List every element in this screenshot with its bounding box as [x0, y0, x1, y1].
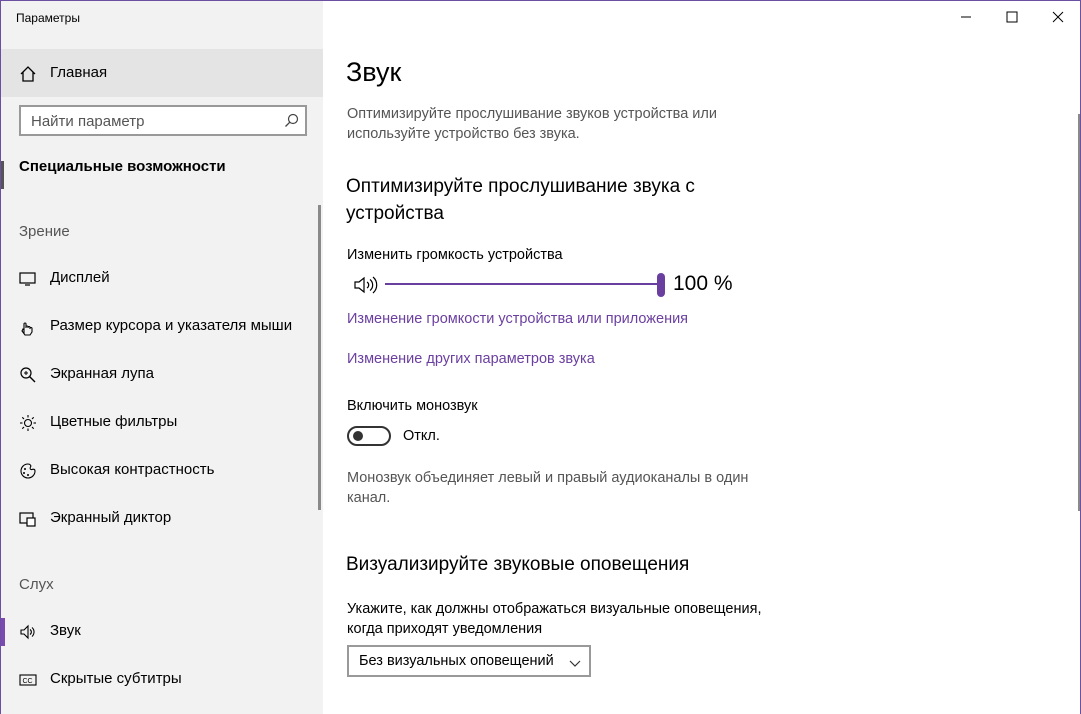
volume-value: 100 % — [673, 272, 733, 295]
page-title: Звук — [346, 57, 402, 87]
active-indicator — [1, 618, 5, 646]
sidebar-item-captions[interactable]: CC Скрытые субтитры — [1, 658, 319, 702]
sidebar-item-magnifier[interactable]: Экранная лупа — [1, 353, 319, 397]
mono-audio-state: Откл. — [403, 428, 440, 444]
mono-audio-toggle[interactable] — [347, 426, 391, 446]
sidebar-item-display[interactable]: Дисплей — [1, 257, 319, 301]
search-input[interactable]: Найти параметр — [19, 105, 307, 136]
sidebar-scrollbar[interactable] — [318, 205, 321, 510]
volume-slider[interactable]: 100 % — [347, 271, 767, 299]
sidebar-item-label: Звук — [50, 622, 81, 639]
home-icon — [19, 65, 37, 83]
sidebar-item-sound[interactable]: Звук — [1, 610, 319, 654]
main-content: Звук Оптимизируйте прослушивание звуков … — [323, 1, 1080, 714]
volume-track[interactable] — [385, 283, 661, 285]
sun-icon — [19, 414, 37, 432]
group-label-hearing: Слух — [19, 576, 54, 593]
visual-alerts-value: Без визуальных оповещений — [359, 653, 554, 669]
cursor-icon — [19, 318, 37, 336]
sidebar-item-label: Экранный диктор — [50, 509, 172, 526]
app-title: Параметры — [16, 11, 80, 25]
close-button[interactable] — [1036, 1, 1080, 33]
chevron-down-icon — [569, 656, 581, 667]
section-heading-visual: Визуализируйте звуковые оповещения — [346, 554, 690, 575]
sidebar-item-cursor[interactable]: Размер курсора и указателя мыши — [1, 305, 319, 349]
maximize-icon — [1006, 11, 1018, 23]
mono-audio-label: Включить монозвук — [347, 398, 478, 414]
home-button[interactable]: Главная — [1, 49, 323, 97]
page-description: Оптимизируйте прослушивание звуков устро… — [347, 106, 717, 142]
sidebar: Параметры Главная Найти параметр Специал… — [1, 1, 323, 714]
sidebar-item-high-contrast[interactable]: Высокая контрастность — [1, 449, 319, 493]
sidebar-item-label: Высокая контрастность — [50, 461, 215, 478]
maximize-button[interactable] — [990, 1, 1036, 33]
group-label-vision: Зрение — [19, 223, 70, 240]
sidebar-item-label: Дисплей — [50, 269, 110, 286]
cc-icon: CC — [19, 671, 37, 689]
home-label: Главная — [50, 64, 108, 81]
link-other-sound-settings[interactable]: Изменение других параметров звука — [347, 351, 595, 367]
svg-text:CC: CC — [23, 678, 33, 685]
sidebar-item-label: Цветные фильтры — [50, 413, 178, 430]
sidebar-item-narrator[interactable]: Экранный диктор — [1, 497, 319, 541]
contrast-icon — [19, 462, 37, 480]
volume-icon[interactable] — [353, 275, 379, 295]
speaker-icon — [19, 623, 37, 641]
section-title: Специальные возможности — [19, 158, 226, 175]
minimize-button[interactable] — [944, 1, 990, 33]
settings-window: Параметры Главная Найти параметр Специал… — [0, 0, 1081, 714]
sidebar-item-label: Скрытые субтитры — [50, 670, 182, 687]
magnifier-icon — [19, 366, 37, 384]
visual-alerts-select[interactable]: Без визуальных оповещений — [347, 645, 591, 677]
left-edge-marker — [1, 161, 4, 189]
sidebar-item-color-filters[interactable]: Цветные фильтры — [1, 401, 319, 445]
section-heading-optimize: Оптимизируйте прослушивание звука с устр… — [346, 176, 695, 224]
sidebar-item-label: Размер курсора и указателя мыши — [50, 317, 293, 334]
monitor-icon — [19, 270, 37, 288]
sidebar-item-label: Экранная лупа — [50, 365, 154, 382]
search-icon[interactable] — [284, 113, 299, 128]
search-placeholder: Найти параметр — [31, 113, 145, 130]
close-icon — [1052, 11, 1064, 23]
visual-alerts-label: Укажите, как должны отображаться визуаль… — [347, 601, 762, 637]
volume-thumb[interactable] — [657, 273, 665, 297]
mono-audio-hint: Монозвук объединяет левый и правый аудио… — [347, 470, 749, 506]
narrator-icon — [19, 510, 37, 528]
volume-label: Изменить громкость устройства — [347, 247, 563, 263]
link-app-volume[interactable]: Изменение громкости устройства или прило… — [347, 311, 688, 327]
toggle-knob — [353, 431, 363, 441]
minimize-icon — [961, 16, 971, 18]
